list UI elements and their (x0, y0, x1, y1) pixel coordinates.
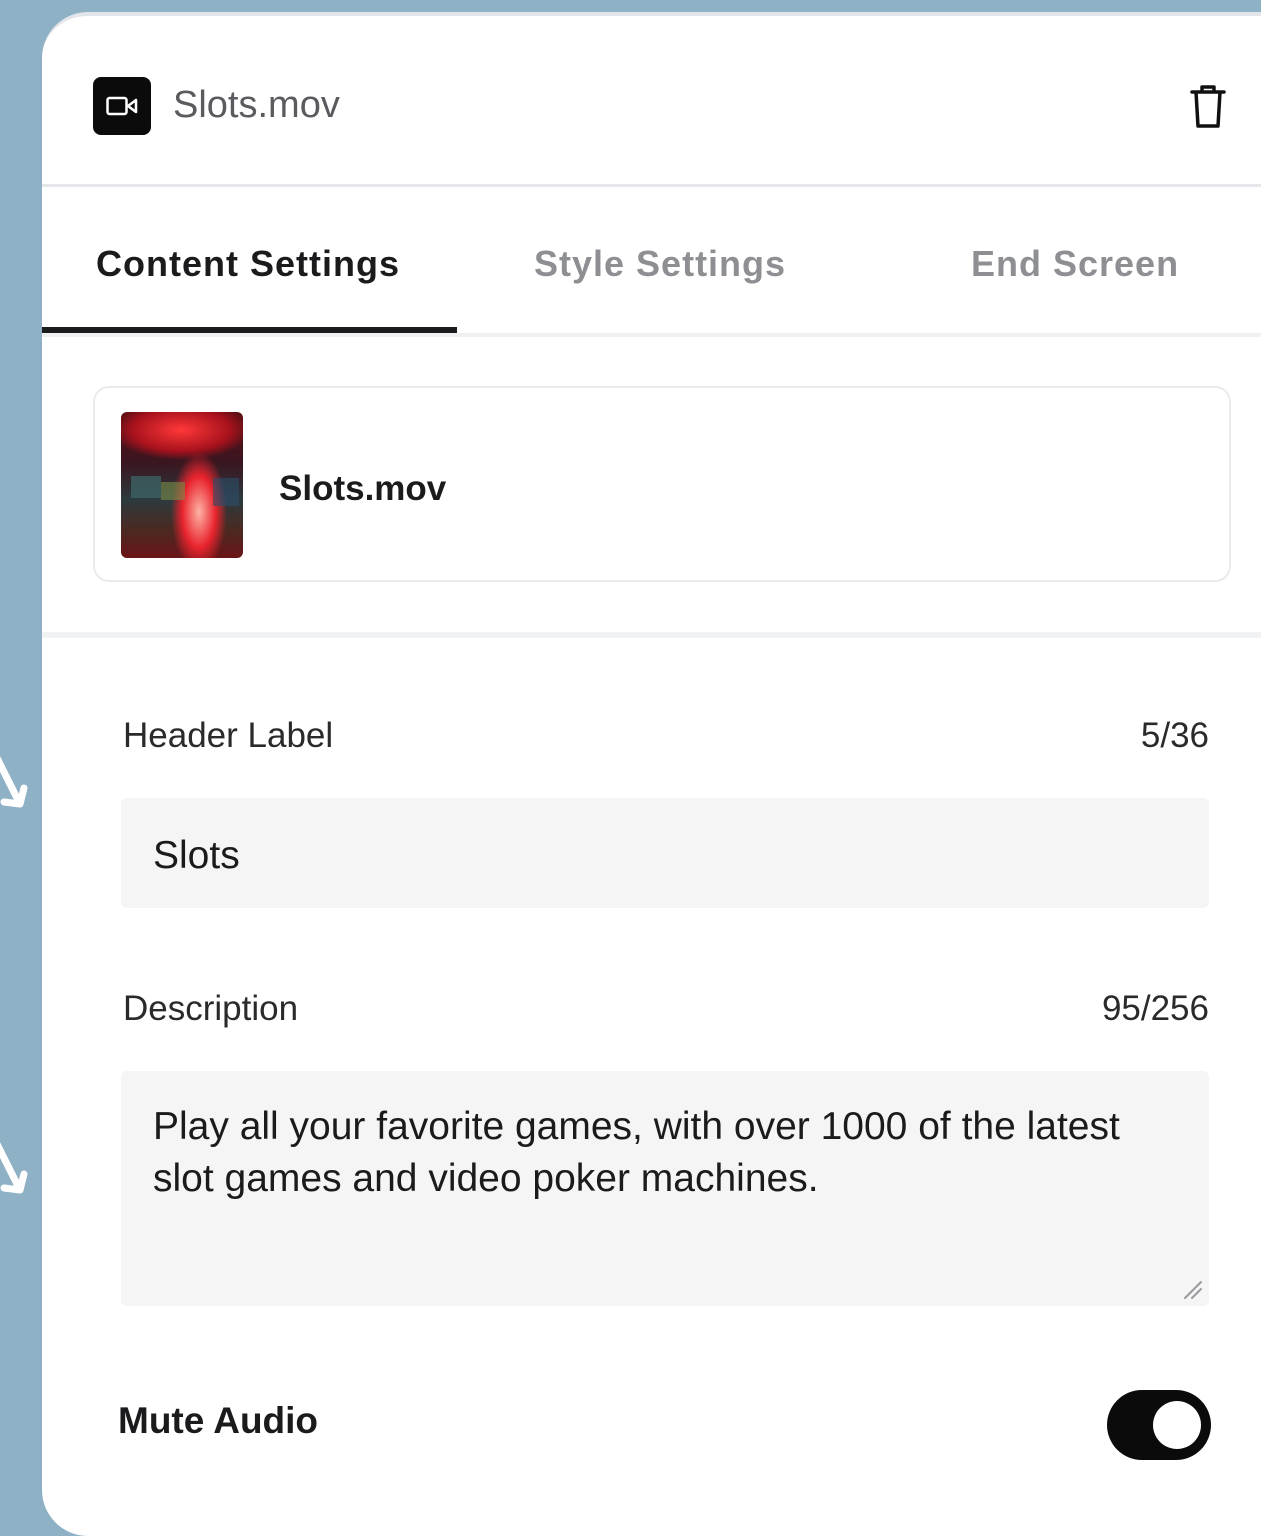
panel-header: Slots.mov (42, 16, 1261, 187)
video-settings-panel: Slots.mov Content Settings Style Setting… (42, 12, 1261, 1536)
mute-audio-toggle[interactable] (1107, 1390, 1211, 1460)
description-text: Play all your favorite games, with over … (153, 1105, 1120, 1200)
section-divider (42, 632, 1261, 638)
video-camera-icon (93, 77, 151, 135)
mute-audio-label: Mute Audio (118, 1400, 319, 1441)
media-card[interactable]: Slots.mov (93, 386, 1231, 582)
trash-icon[interactable] (1188, 82, 1228, 130)
active-tab-indicator (42, 327, 457, 333)
description-counter: 95/256 (1101, 989, 1209, 1028)
arrow-decoration-icon (0, 756, 28, 808)
header-label-input[interactable]: Slots (121, 798, 1209, 908)
tab-style-settings[interactable]: Style Settings (534, 243, 786, 285)
file-title: Slots.mov (173, 84, 340, 126)
settings-tabs: Content Settings Style Settings End Scre… (42, 187, 1261, 337)
video-thumbnail (121, 412, 243, 558)
tab-content-settings[interactable]: Content Settings (96, 243, 400, 285)
description-title: Description (123, 989, 299, 1028)
header-label-counter: 5/36 (1140, 716, 1209, 755)
tab-end-screen[interactable]: End Screen (971, 243, 1179, 285)
header-label-title: Header Label (123, 716, 334, 755)
media-filename: Slots.mov (279, 469, 447, 508)
description-textarea[interactable]: Play all your favorite games, with over … (121, 1071, 1209, 1306)
toggle-knob (1153, 1401, 1201, 1449)
resize-handle-icon[interactable] (1181, 1278, 1203, 1300)
arrow-decoration-icon (0, 1142, 28, 1194)
